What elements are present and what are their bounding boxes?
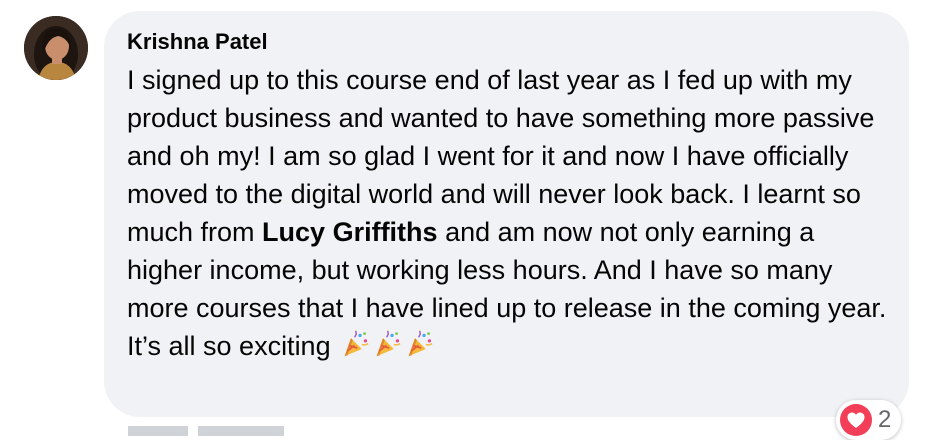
party-popper-icon — [344, 330, 369, 357]
reaction-count: 2 — [878, 406, 892, 433]
next-comment-author-cutoff — [128, 420, 328, 436]
avatar[interactable] — [24, 16, 88, 80]
party-popper-icon — [408, 330, 433, 357]
heart-icon — [840, 404, 872, 436]
reaction-summary[interactable]: 2 — [836, 400, 902, 440]
mention-link[interactable]: Lucy Griffiths — [262, 217, 438, 247]
comment-author[interactable]: Krishna Patel — [127, 28, 887, 56]
party-popper-icon — [376, 330, 401, 357]
comment-text: I signed up to this course end of last y… — [127, 61, 887, 365]
comment-bubble: Krishna Patel I signed up to this course… — [104, 11, 909, 417]
